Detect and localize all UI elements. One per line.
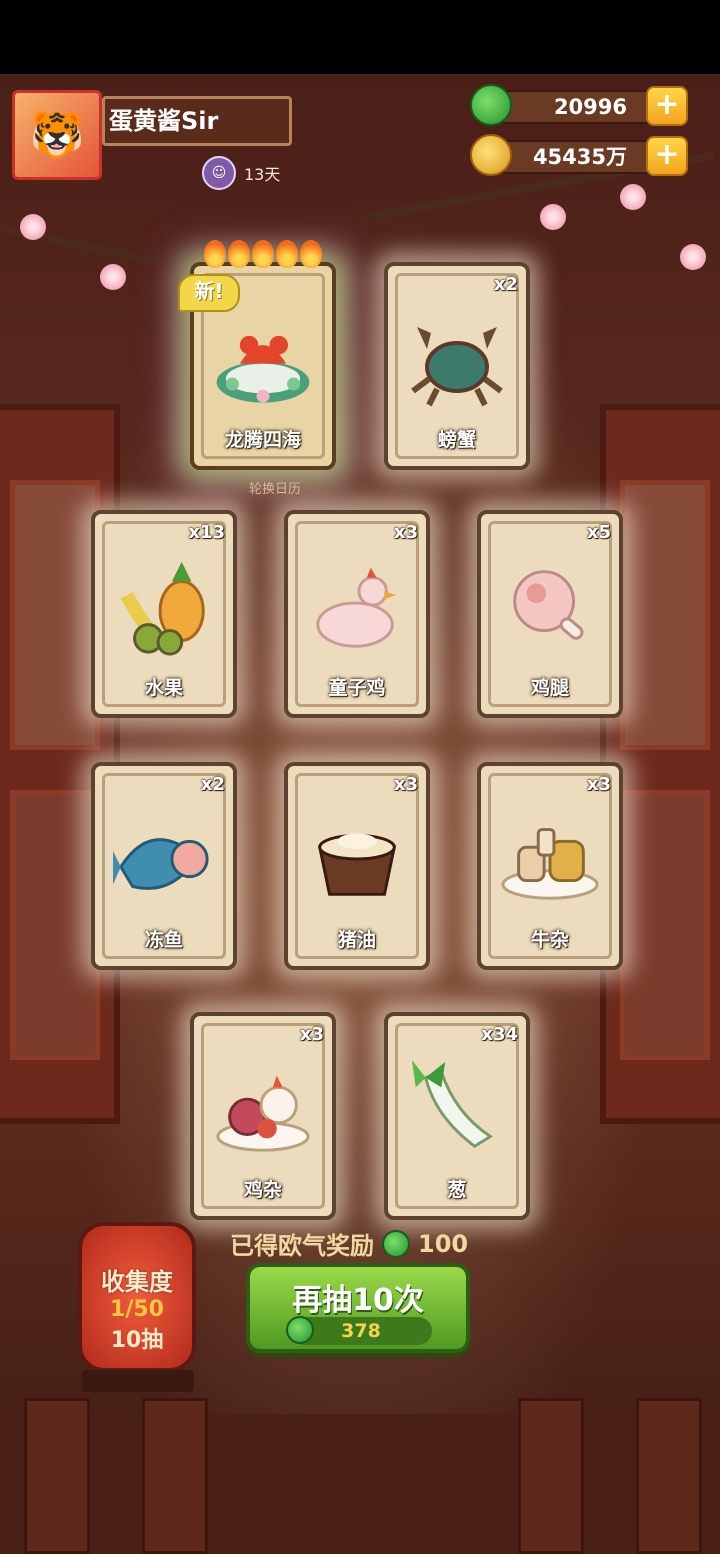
rotation-calendar-label: 轮换日历 xyxy=(248,482,301,497)
fence-post xyxy=(142,1398,208,1554)
status-bar xyxy=(0,0,720,74)
draw-again-button[interactable]: 再抽10次 378 xyxy=(246,1263,470,1353)
tiger-avatar-icon: 🐯 xyxy=(29,110,85,161)
character-icon: ☺ xyxy=(202,156,236,190)
coin-resource: 45435万 + xyxy=(470,134,688,176)
fence-post xyxy=(24,1398,90,1554)
card-count: x3 xyxy=(586,774,611,795)
card-count: x2 xyxy=(200,774,225,795)
fence-post xyxy=(636,1398,702,1554)
days-label: 13天 xyxy=(244,165,281,184)
reward-value: 100 xyxy=(418,1229,469,1258)
add-jade-button[interactable]: + xyxy=(646,86,688,126)
card-scallion[interactable]: x34 葱 xyxy=(384,1012,530,1220)
collection-progress: 1/50 xyxy=(110,1297,164,1322)
card-chicken-offal[interactable]: x3 鸡杂 xyxy=(190,1012,336,1220)
blossom-icon xyxy=(20,214,46,240)
player-avatar[interactable]: 🐯 xyxy=(12,90,102,180)
crab-icon xyxy=(406,304,508,414)
collection-title: 收集度 xyxy=(101,1268,173,1296)
lard-icon xyxy=(306,804,408,914)
reward-label: 已得欧气奖励 xyxy=(230,1232,374,1260)
draw-button-label: 再抽10次 xyxy=(292,1283,424,1318)
coin-amount: 45435万 xyxy=(490,140,665,174)
card-name: 水果 xyxy=(144,677,183,699)
chick-icon xyxy=(306,552,408,662)
collection-draws: 10抽 xyxy=(110,1328,164,1353)
draw-cost-value: 378 xyxy=(341,1320,381,1342)
card-count: x3 xyxy=(393,774,418,795)
jade-icon xyxy=(286,1316,314,1344)
card-crab[interactable]: x2 螃蟹 xyxy=(384,262,530,470)
card-name: 冻鱼 xyxy=(144,929,183,951)
lantern-stand xyxy=(82,1370,194,1392)
card-count: x34 xyxy=(481,1024,518,1045)
card-count: x3 xyxy=(393,522,418,543)
login-days: ☺ 13天 xyxy=(202,156,280,190)
card-name: 螃蟹 xyxy=(437,429,476,451)
jade-icon xyxy=(470,84,512,126)
floor xyxy=(0,1414,720,1554)
collection-lantern[interactable]: 收集度 1/50 10抽 xyxy=(78,1222,196,1372)
reward-summary: 已得欧气奖励 100 xyxy=(230,1226,468,1261)
blossom-icon xyxy=(540,204,566,230)
jade-resource: 20996 + xyxy=(470,84,688,126)
coin-icon xyxy=(470,134,512,176)
featured-card[interactable]: 新! 龙腾四海 xyxy=(178,240,336,470)
card-drumstick[interactable]: x5 鸡腿 xyxy=(477,510,623,718)
card-name: 葱 xyxy=(447,1179,467,1201)
card-count: x5 xyxy=(586,522,611,543)
blossom-icon xyxy=(680,244,706,270)
card-count: x13 xyxy=(188,522,225,543)
card-frozen-fish[interactable]: x2 冻鱼 xyxy=(91,762,237,970)
card-count: x3 xyxy=(299,1024,324,1045)
card-name: 鸡腿 xyxy=(530,677,569,699)
card-beef-offal[interactable]: x3 牛杂 xyxy=(477,762,623,970)
chicken-offal-icon xyxy=(212,1054,314,1164)
card-name: 猪油 xyxy=(337,929,376,951)
card-spring-chicken[interactable]: x3 童子鸡 xyxy=(284,510,430,718)
blossom-icon xyxy=(620,184,646,210)
rarity-flames xyxy=(204,240,322,268)
fence-post xyxy=(518,1398,584,1554)
blossom-icon xyxy=(100,264,126,290)
jade-icon xyxy=(382,1229,410,1258)
fruit-icon xyxy=(113,552,215,662)
jade-amount: 20996 xyxy=(490,90,665,124)
drumstick-icon xyxy=(499,552,601,662)
draw-cost: 378 xyxy=(286,1316,432,1345)
scallion-icon xyxy=(406,1054,508,1164)
lobster-feast-icon xyxy=(212,304,314,414)
fish-icon xyxy=(113,804,215,914)
card-fruit[interactable]: x13 水果 xyxy=(91,510,237,718)
card-count: x2 xyxy=(493,274,518,295)
card-name: 龙腾四海 xyxy=(224,429,301,451)
card-name: 鸡杂 xyxy=(243,1179,282,1201)
card-name: 牛杂 xyxy=(530,929,569,951)
card-lard[interactable]: x3 猪油 xyxy=(284,762,430,970)
beef-offal-icon xyxy=(499,804,601,914)
card-name: 童子鸡 xyxy=(328,677,386,699)
add-coins-button[interactable]: + xyxy=(646,136,688,176)
player-name[interactable]: 蛋黄酱Sir xyxy=(102,96,292,146)
